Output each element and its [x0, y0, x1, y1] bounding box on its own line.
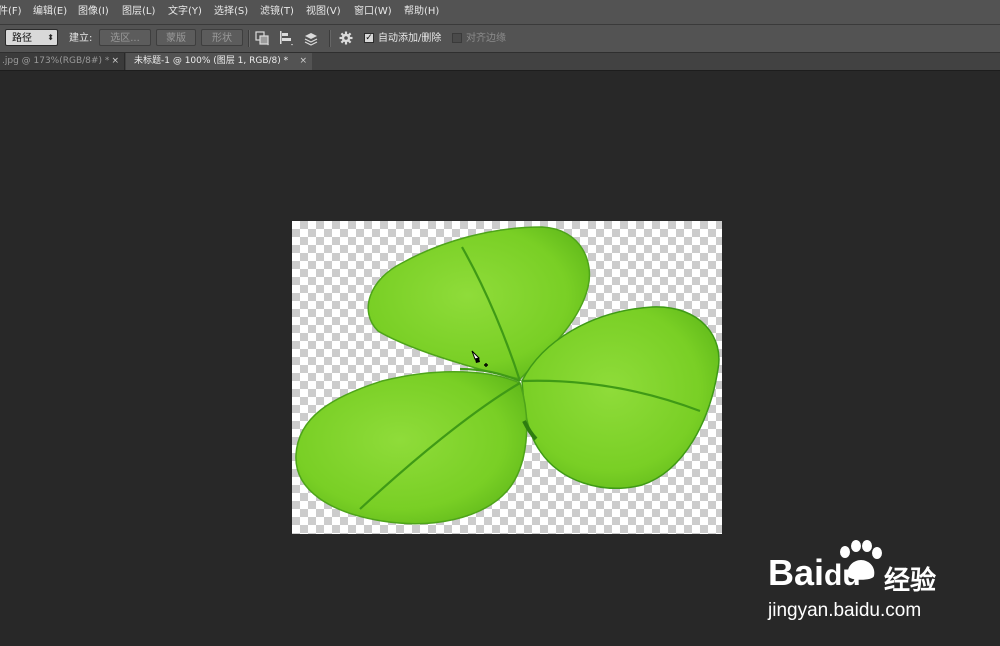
divider — [248, 30, 250, 47]
tab-label: .jpg @ 173%(RGB/8#) * — [2, 56, 110, 66]
tab-label: 未标题-1 @ 100% (图层 1, RGB/8) * — [134, 56, 289, 66]
path-alignment-icon[interactable] — [278, 30, 294, 46]
close-icon[interactable]: × — [299, 53, 307, 70]
auto-add-delete-checkbox[interactable]: ✓ — [364, 33, 374, 43]
menu-window[interactable]: 窗口(W) — [354, 0, 392, 24]
make-mask-button[interactable]: 蒙版 — [156, 29, 196, 46]
make-selection-button[interactable]: 选区... — [99, 29, 151, 46]
tab-document-untitled[interactable]: 未标题-1 @ 100% (图层 1, RGB/8) * × — [126, 53, 312, 70]
align-edges-label: 对齐边缘 — [466, 33, 506, 44]
auto-add-delete-label: 自动添加/删除 — [378, 33, 442, 44]
document-tab-bar: .jpg @ 173%(RGB/8#) * × 未标题-1 @ 100% (图层… — [0, 53, 1000, 71]
mode-select-value: 路径 — [12, 33, 32, 44]
menu-bar: 件(F) 编辑(E) 图像(I) 图层(L) 文字(Y) 选择(S) 滤镜(T)… — [0, 0, 1000, 25]
make-shape-button[interactable]: 形状 — [201, 29, 243, 46]
divider — [329, 30, 331, 47]
menu-image[interactable]: 图像(I) — [78, 0, 109, 24]
menu-layer[interactable]: 图层(L) — [122, 0, 155, 24]
menu-filter[interactable]: 滤镜(T) — [260, 0, 294, 24]
mode-select[interactable]: 路径 ⬍ — [5, 29, 58, 46]
menu-type[interactable]: 文字(Y) — [168, 0, 202, 24]
make-label: 建立: — [69, 33, 93, 44]
path-operations-icon[interactable] — [254, 30, 270, 46]
document-canvas[interactable] — [292, 221, 722, 534]
chevron-updown-icon: ⬍ — [47, 33, 54, 42]
watermark-brand: Baidu — [768, 552, 861, 593]
path-arrangement-icon[interactable] — [303, 30, 319, 46]
tab-document-jpg[interactable]: .jpg @ 173%(RGB/8#) * × — [0, 53, 125, 70]
close-icon[interactable]: × — [111, 53, 119, 70]
menu-view[interactable]: 视图(V) — [306, 0, 341, 24]
align-edges-checkbox[interactable] — [452, 33, 462, 43]
menu-help[interactable]: 帮助(H) — [404, 0, 439, 24]
watermark-cn: 经验 — [884, 566, 937, 596]
gear-icon[interactable] — [338, 30, 354, 46]
options-bar: 路径 ⬍ 建立: 选区... 蒙版 形状 ✓ 自动添加/删除 对齐边缘 — [0, 25, 1000, 53]
baidu-jingyan-watermark: Baidu 经验 jingyan.baidu.com — [760, 538, 990, 628]
clover-leaf-image — [295, 226, 720, 525]
watermark-url: jingyan.baidu.com — [768, 600, 922, 621]
menu-edit[interactable]: 编辑(E) — [33, 0, 67, 24]
menu-file[interactable]: 件(F) — [0, 0, 22, 24]
menu-select[interactable]: 选择(S) — [214, 0, 248, 24]
